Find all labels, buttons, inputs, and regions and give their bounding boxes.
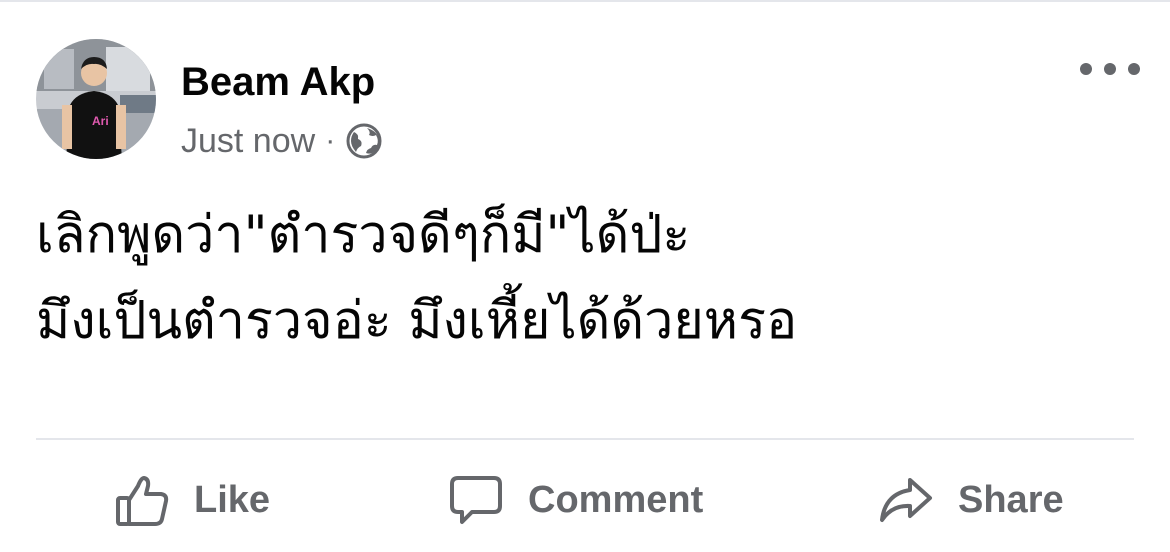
- like-label: Like: [194, 478, 271, 521]
- meta-separator: ·: [325, 124, 336, 157]
- svg-text:Ari: Ari: [92, 114, 109, 128]
- action-divider: [36, 438, 1134, 440]
- author-avatar[interactable]: Ari: [36, 39, 156, 159]
- like-button[interactable]: Like: [114, 464, 270, 536]
- post-body: เลิกพูดว่า"ตำรวจดีๆก็มี"ได้ป่ะ มึงเป็นตำ…: [36, 192, 1136, 364]
- share-icon: [880, 478, 932, 522]
- avatar-photo: Ari: [36, 39, 156, 159]
- thumbs-up-icon: [116, 476, 169, 526]
- post-card: Ari Beam Akp Just now · เลิกพูดว่า"ตำรวจ…: [0, 0, 1170, 552]
- share-label: Share: [958, 478, 1064, 521]
- comment-button[interactable]: Comment: [448, 464, 703, 536]
- globe-icon[interactable]: [345, 122, 383, 160]
- comment-label: Comment: [528, 478, 704, 521]
- post-meta: Just now ·: [181, 116, 383, 166]
- post-text-line: มึงเป็นตำรวจอ่ะ มึงเหี้ยได้ด้วยหรอ: [36, 291, 798, 351]
- post-timestamp[interactable]: Just now: [181, 122, 315, 161]
- author-name[interactable]: Beam Akp: [181, 54, 375, 110]
- share-button[interactable]: Share: [878, 464, 1064, 536]
- post-text-line: เลิกพูดว่า"ตำรวจดีๆก็มี"ได้ป่ะ: [36, 205, 691, 265]
- more-options-icon[interactable]: [1080, 54, 1140, 84]
- comment-icon: [450, 476, 502, 524]
